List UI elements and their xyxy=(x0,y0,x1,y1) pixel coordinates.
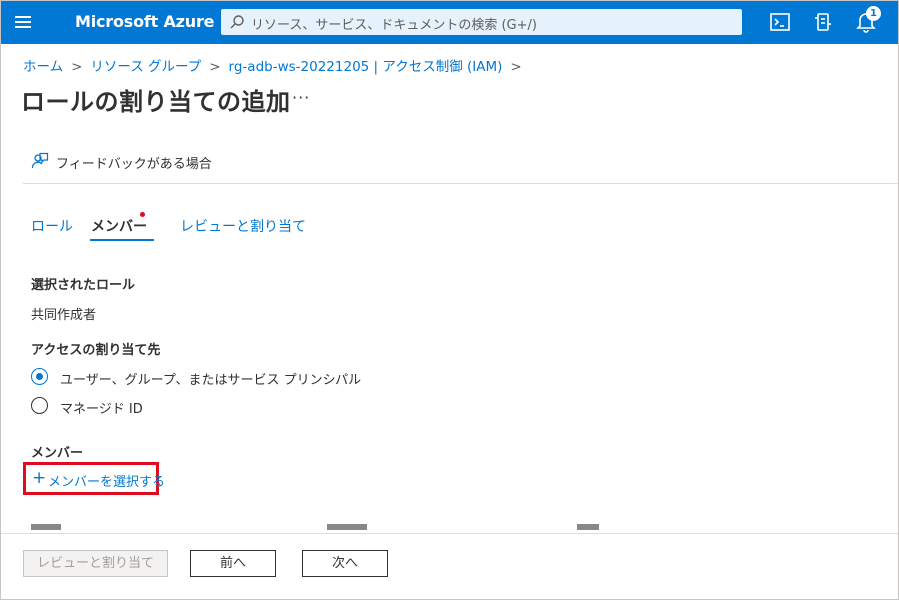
directory-filter-icon[interactable] xyxy=(811,10,835,34)
select-members-label: メンバーを選択する xyxy=(48,475,166,490)
breadcrumb-iam[interactable]: rg-adb-ws-20221205 | アクセス制御 (IAM) xyxy=(229,59,503,75)
search-icon xyxy=(230,15,244,29)
feedback-icon xyxy=(31,152,49,169)
breadcrumb-resource-groups[interactable]: リソース グループ xyxy=(90,59,201,75)
more-options-button[interactable]: ··· xyxy=(292,88,310,107)
required-indicator xyxy=(140,212,145,217)
breadcrumb-home[interactable]: ホーム xyxy=(23,59,63,75)
cloud-shell-icon[interactable] xyxy=(768,10,792,34)
table-header-fragment xyxy=(577,524,599,530)
page-title: ロールの割り当ての追加 xyxy=(21,88,291,116)
radio-label: ユーザー、グループ、またはサービス プリンシパル xyxy=(60,373,362,388)
breadcrumb: ホーム > リソース グループ > rg-adb-ws-20221205 | アクセス制… xyxy=(23,55,530,75)
table-header-fragment xyxy=(327,524,367,530)
selected-role-label: 選択されたロール xyxy=(31,278,136,293)
section-divider xyxy=(23,183,899,184)
tab-role[interactable]: ロール xyxy=(31,216,73,236)
menu-icon[interactable] xyxy=(10,9,36,35)
top-navigation-bar: Microsoft Azure リソース、サービス、ドキュメントの検索 (G+/… xyxy=(0,0,899,44)
review-assign-button[interactable]: レビューと割り当て xyxy=(23,550,168,577)
global-search-input[interactable]: リソース、サービス、ドキュメントの検索 (G+/) xyxy=(221,9,742,35)
next-button[interactable]: 次へ xyxy=(302,550,388,577)
select-members-link[interactable]: + メンバーを選択する xyxy=(23,462,165,495)
radio-button-checked[interactable] xyxy=(31,368,48,385)
table-header-fragment xyxy=(31,524,61,530)
breadcrumb-separator: > xyxy=(510,59,522,75)
tab-members[interactable]: メンバー xyxy=(91,216,147,236)
radio-label: マネージド ID xyxy=(60,402,143,417)
members-label: メンバー xyxy=(31,446,84,461)
radio-button[interactable] xyxy=(31,397,48,414)
brand-title[interactable]: Microsoft Azure xyxy=(75,12,215,31)
tab-review-assign[interactable]: レビューと割り当て xyxy=(180,216,306,236)
feedback-label: フィードバックがある場合 xyxy=(56,157,212,172)
assign-access-label: アクセスの割り当て先 xyxy=(31,343,161,358)
plus-icon: + xyxy=(32,468,47,488)
breadcrumb-separator: > xyxy=(71,59,83,75)
search-placeholder: リソース、サービス、ドキュメントの検索 (G+/) xyxy=(251,18,537,33)
notification-badge: 1 xyxy=(866,6,881,21)
previous-button[interactable]: 前へ xyxy=(190,550,276,577)
breadcrumb-separator: > xyxy=(209,59,221,75)
selected-role-value: 共同作成者 xyxy=(31,308,97,323)
active-tab-underline xyxy=(90,239,154,241)
